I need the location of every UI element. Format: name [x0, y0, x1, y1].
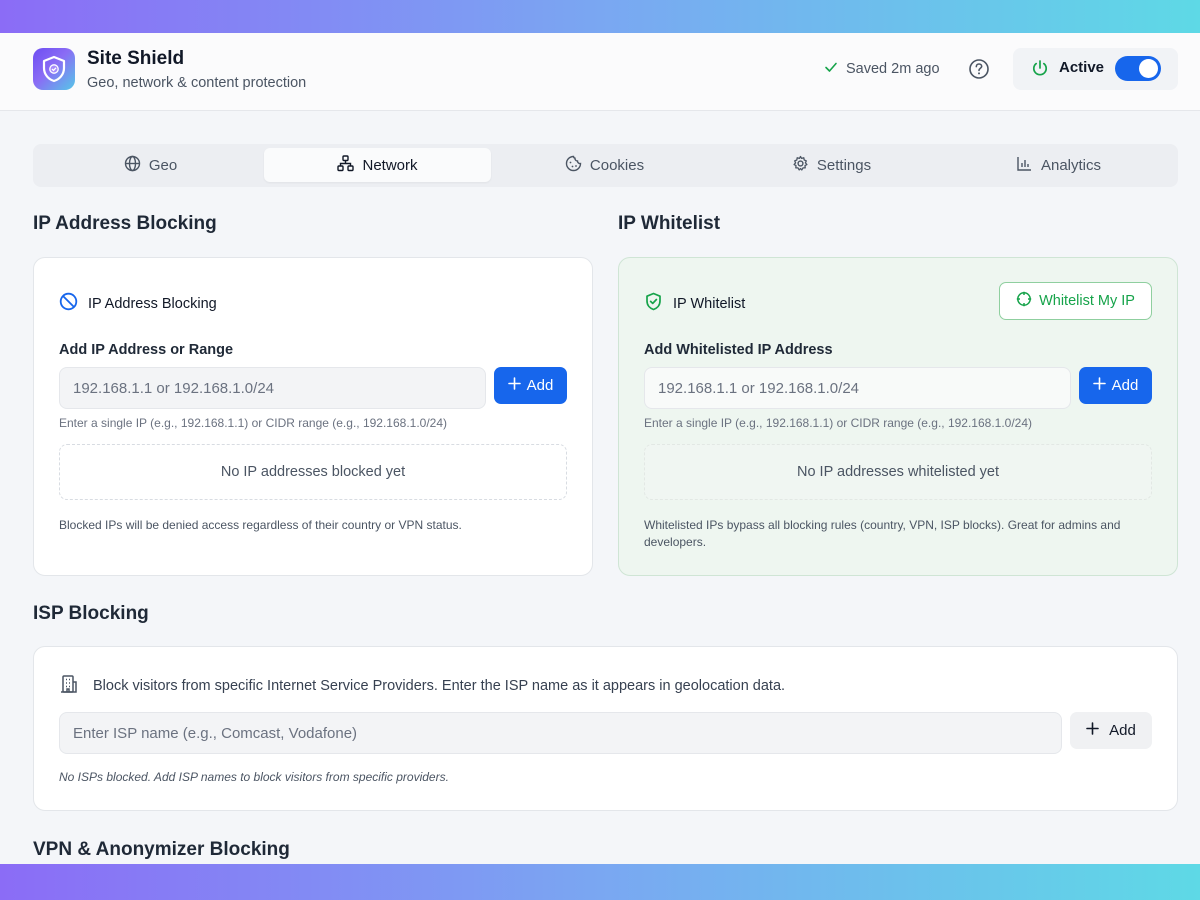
gear-icon	[792, 155, 809, 176]
tab-bar: Geo Network Cookies Settings Analytics	[33, 144, 1178, 187]
ip-whitelist-field-label: Add Whitelisted IP Address	[644, 342, 833, 358]
top-gradient-bar	[0, 0, 1200, 33]
plus-icon	[507, 377, 521, 394]
active-control: Active	[1013, 48, 1178, 90]
ip-whitelist-footnote: Whitelisted IPs bypass all blocking rule…	[644, 518, 1121, 549]
isp-empty-note: No ISPs blocked. Add ISP names to block …	[59, 770, 449, 784]
network-icon	[337, 154, 355, 176]
plus-icon	[1092, 377, 1106, 394]
app-header: Site Shield Geo, network & content prote…	[0, 33, 1200, 111]
building-icon	[59, 674, 79, 698]
ip-whitelist-card-header: IP Whitelist	[644, 292, 745, 315]
add-button-label: Add	[1109, 722, 1136, 739]
plus-icon	[1086, 722, 1099, 739]
tab-label: Network	[362, 156, 418, 174]
globe-icon	[124, 155, 141, 176]
active-toggle[interactable]	[1115, 56, 1161, 81]
tab-settings[interactable]: Settings	[718, 148, 945, 182]
whitelisted-ips-empty-state: No IP addresses whitelisted yet	[644, 444, 1152, 500]
tab-label: Settings	[816, 156, 872, 174]
tab-cookies[interactable]: Cookies	[491, 148, 718, 182]
ip-blocking-card: IP Address Blocking Add IP Address or Ra…	[33, 257, 593, 576]
ip-block-input[interactable]	[59, 367, 486, 409]
ip-whitelist-hint: Enter a single IP (e.g., 192.168.1.1) or…	[644, 416, 1033, 430]
whitelist-my-ip-label: Whitelist My IP	[1039, 293, 1135, 309]
ban-icon	[59, 292, 78, 315]
ip-whitelist-input[interactable]	[644, 367, 1071, 409]
ip-whitelist-card: IP Whitelist Whitelist My IP Add Whiteli…	[618, 257, 1178, 576]
add-blocked-ip-button[interactable]: Add	[494, 367, 567, 404]
ip-blocking-footnote: Blocked IPs will be denied access regard…	[59, 518, 462, 532]
ip-blocking-hint: Enter a single IP (e.g., 192.168.1.1) or…	[59, 416, 448, 430]
bottom-gradient-bar	[0, 864, 1200, 900]
isp-blocking-description: Block visitors from specific Internet Se…	[59, 674, 785, 698]
app-title: Site Shield	[87, 48, 185, 69]
add-whitelisted-ip-button[interactable]: Add	[1079, 367, 1152, 404]
tab-label: Analytics	[1040, 156, 1102, 174]
tab-analytics[interactable]: Analytics	[945, 148, 1172, 182]
tab-label: Cookies	[589, 156, 645, 174]
active-label: Active	[1059, 59, 1105, 76]
shield-logo-icon	[33, 48, 75, 90]
isp-blocking-section-title: ISP Blocking	[33, 603, 149, 624]
add-isp-button[interactable]: Add	[1070, 712, 1152, 749]
toggle-knob	[1139, 59, 1158, 78]
check-icon	[824, 60, 838, 78]
tab-label: Geo	[148, 156, 178, 174]
tab-network[interactable]: Network	[264, 148, 491, 182]
add-button-label: Add	[1111, 377, 1139, 394]
saved-status: Saved 2m ago	[824, 60, 940, 78]
help-icon[interactable]	[968, 58, 990, 80]
bar-chart-icon	[1016, 155, 1033, 176]
cookie-icon	[565, 155, 582, 176]
isp-name-input[interactable]	[59, 712, 1062, 754]
app-subtitle: Geo, network & content protection	[87, 75, 307, 91]
tab-geo[interactable]: Geo	[37, 148, 264, 182]
power-icon	[1031, 59, 1049, 82]
ip-whitelist-section-title: IP Whitelist	[618, 213, 721, 234]
ip-blocking-field-label: Add IP Address or Range	[59, 342, 234, 358]
ip-blocking-section-title: IP Address Blocking	[33, 213, 217, 234]
vpn-blocking-section-title: VPN & Anonymizer Blocking	[33, 839, 290, 860]
blocked-ips-empty-state: No IP addresses blocked yet	[59, 444, 567, 500]
whitelist-my-ip-button[interactable]: Whitelist My IP	[999, 282, 1152, 320]
add-button-label: Add	[526, 377, 554, 394]
isp-description-text: Block visitors from specific Internet Se…	[93, 678, 786, 694]
isp-blocking-card: Block visitors from specific Internet Se…	[33, 646, 1178, 811]
saved-status-text: Saved 2m ago	[846, 61, 940, 77]
crosshair-icon	[1016, 291, 1032, 311]
ip-whitelist-card-title: IP Whitelist	[673, 295, 746, 312]
shield-check-icon	[644, 292, 663, 315]
ip-blocking-card-title: IP Address Blocking	[88, 295, 217, 312]
ip-blocking-card-header: IP Address Blocking	[59, 292, 217, 315]
